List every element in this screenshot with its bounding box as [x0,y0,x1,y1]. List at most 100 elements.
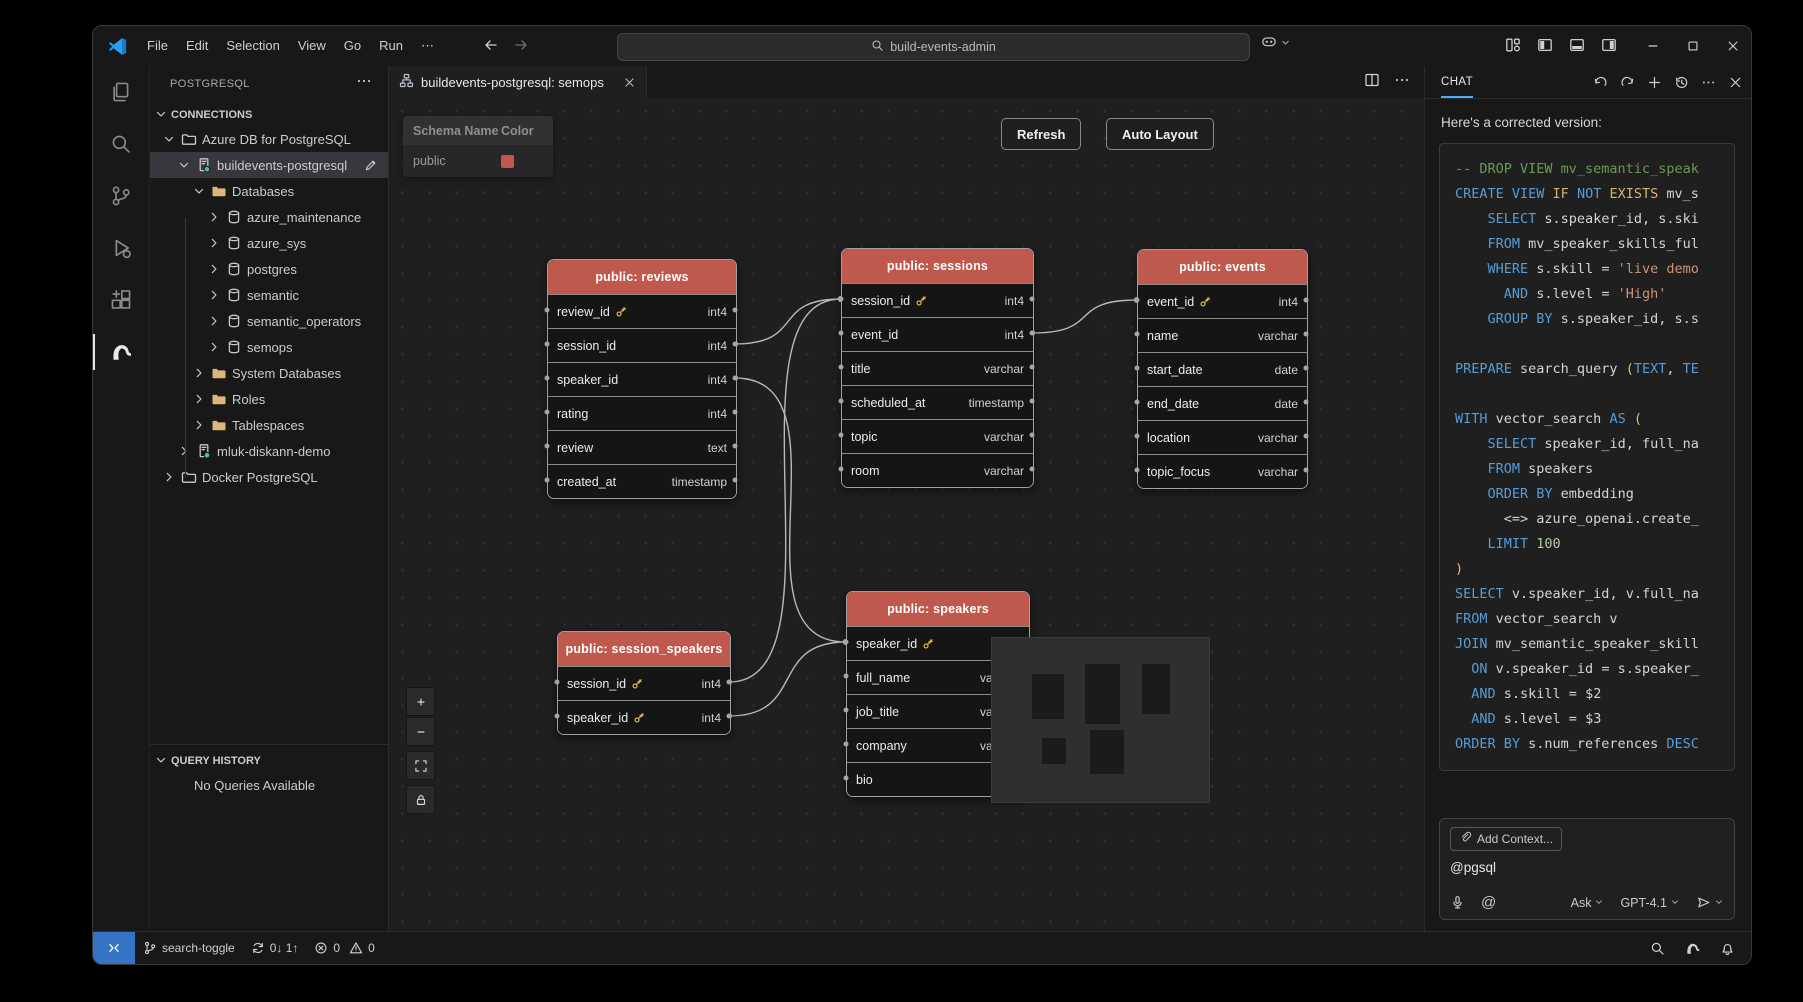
activity-run-debug[interactable] [93,222,149,274]
sidebar-more-icon[interactable] [356,73,372,94]
menu-view[interactable]: View [289,38,335,53]
activity-postgresql[interactable] [93,326,149,378]
erd-table-session_speakers[interactable]: public: session_speakerssession_idint4sp… [557,631,731,735]
field-event_id[interactable]: event_idint4 [842,317,1033,351]
field-speaker_id[interactable]: speaker_idint4 [548,362,736,396]
error-glyph [314,941,328,955]
activity-search[interactable] [93,118,149,170]
add-context-button[interactable]: Add Context... [1450,827,1562,851]
erd-table-events[interactable]: public: eventsevent_idint4namevarcharsta… [1137,249,1308,489]
field-topic_focus[interactable]: topic_focusvarchar [1138,454,1307,488]
branch-indicator[interactable]: search-toggle [135,932,243,964]
field-topic[interactable]: topicvarchar [842,419,1033,453]
forward-icon[interactable] [513,37,529,56]
auto-layout-button[interactable]: Auto Layout [1106,118,1214,150]
zoom-out-button[interactable] [406,717,435,746]
tab-chat[interactable]: CHAT [1441,66,1473,98]
chat-history-icon[interactable] [1674,75,1689,90]
sync-indicator[interactable]: 0↓ 1↑ [243,932,307,964]
command-search-box[interactable]: build-events-admin [617,33,1250,61]
postgresql-icon [110,341,132,363]
diagram-minimap[interactable] [991,637,1210,803]
folder-icon [211,417,227,433]
menu-run[interactable]: Run [370,38,412,53]
field-rating[interactable]: ratingint4 [548,396,736,430]
mention-icon[interactable]: @ [1481,894,1496,911]
chat-more-icon[interactable] [1701,75,1716,90]
activity-source-control[interactable] [93,170,149,222]
mode-dropdown[interactable]: Ask [1571,896,1605,910]
tree-item-buildevents-postgresql[interactable]: buildevents-postgresql [150,152,388,178]
field-room[interactable]: roomvarchar [842,453,1033,487]
field-event_id[interactable]: event_idint4 [1138,284,1307,318]
more-icon[interactable] [356,73,372,89]
problems-indicator[interactable]: 0 0 [306,932,382,964]
connections-section-header[interactable]: CONNECTIONS [154,104,388,126]
tab-schema-visualization[interactable]: buildevents-postgresql: semops [389,66,647,98]
forward-arrow[interactable] [513,37,529,53]
field-location[interactable]: locationvarchar [1138,420,1307,454]
copilot-icon[interactable] [1261,34,1277,50]
postgresql-elephant-icon[interactable] [1677,941,1708,956]
toggle-secondary-sidebar-icon[interactable] [1601,37,1617,56]
notifications-bell-icon[interactable] [1712,941,1743,956]
send-button[interactable] [1696,895,1724,910]
erd-table-sessions[interactable]: public: sessionssession_idint4event_idin… [841,248,1034,488]
chat-input-box[interactable]: Add Context... @pgsql @ Ask GPT-4.1 [1439,818,1735,920]
edit-connection-icon[interactable] [364,158,378,172]
tree-item-databases[interactable]: Databases [150,178,388,204]
explorer-icon [110,81,132,103]
field-title[interactable]: titlevarchar [842,351,1033,385]
field-created_at[interactable]: created_attimestamp [548,464,736,498]
field-name[interactable]: namevarchar [1138,318,1307,352]
mic-icon[interactable] [1450,895,1465,910]
tab-close-icon[interactable] [623,76,636,89]
chat-undo-icon[interactable] [1593,75,1608,90]
toggle-panel-icon[interactable] [1569,37,1585,56]
lock-button[interactable] [406,785,435,814]
menu-file[interactable]: File [138,38,177,53]
remote-indicator[interactable] [93,932,135,964]
activity-explorer[interactable] [93,66,149,118]
chat-close-icon[interactable] [1728,75,1743,90]
chat-redo-icon[interactable] [1620,75,1635,90]
window-close-icon[interactable] [1713,26,1752,66]
tree-item-azure-db-for-postgresql[interactable]: Azure DB for PostgreSQL [150,126,388,152]
code-line: -- DROP VIEW mv_semantic_speak [1455,157,1734,182]
split-editor-icon[interactable] [1364,72,1380,93]
chat-input-value[interactable]: @pgsql [1450,860,1724,875]
field-session_id[interactable]: session_idint4 [558,666,730,700]
back-icon[interactable] [483,37,499,56]
field-start_date[interactable]: start_datedate [1138,352,1307,386]
field-review_id[interactable]: review_idint4 [548,294,736,328]
toggle-primary-sidebar-icon[interactable] [1537,37,1553,56]
field-speaker_id[interactable]: speaker_idint4 [558,700,730,734]
chat-new-chat-icon[interactable] [1647,75,1662,90]
menu-go[interactable]: Go [335,38,370,53]
menu-more[interactable]: ⋯ [412,38,443,53]
customize-layout-icon[interactable] [1505,37,1521,56]
editor-more-icon[interactable] [1394,72,1410,93]
back-arrow[interactable] [483,37,499,53]
field-review[interactable]: reviewtext [548,430,736,464]
model-dropdown[interactable]: GPT-4.1 [1620,896,1680,910]
field-session_id[interactable]: session_idint4 [842,283,1033,317]
maximize-icon[interactable] [1673,26,1713,66]
refresh-button[interactable]: Refresh [1001,118,1081,150]
zoom-in-button[interactable] [406,687,435,716]
query-history-section-header[interactable]: QUERY HISTORY [154,750,388,772]
field-scheduled_at[interactable]: scheduled_attimestamp [842,385,1033,419]
minimize-icon[interactable] [1633,26,1673,66]
schema-diagram-canvas[interactable]: public: reviewsreview_idint4session_idin… [389,98,1424,934]
fit-view-button[interactable] [406,751,435,780]
menu-edit[interactable]: Edit [177,38,217,53]
branch-icon [143,941,157,955]
screencast-zoom-icon[interactable] [1642,941,1673,956]
field-session_id[interactable]: session_idint4 [548,328,736,362]
menu-selection[interactable]: Selection [217,38,288,53]
field-end_date[interactable]: end_datedate [1138,386,1307,420]
erd-table-title: public: sessions [842,249,1033,283]
copilot-menu[interactable] [1261,34,1291,50]
activity-extensions[interactable] [93,274,149,326]
erd-table-reviews[interactable]: public: reviewsreview_idint4session_idin… [547,259,737,499]
